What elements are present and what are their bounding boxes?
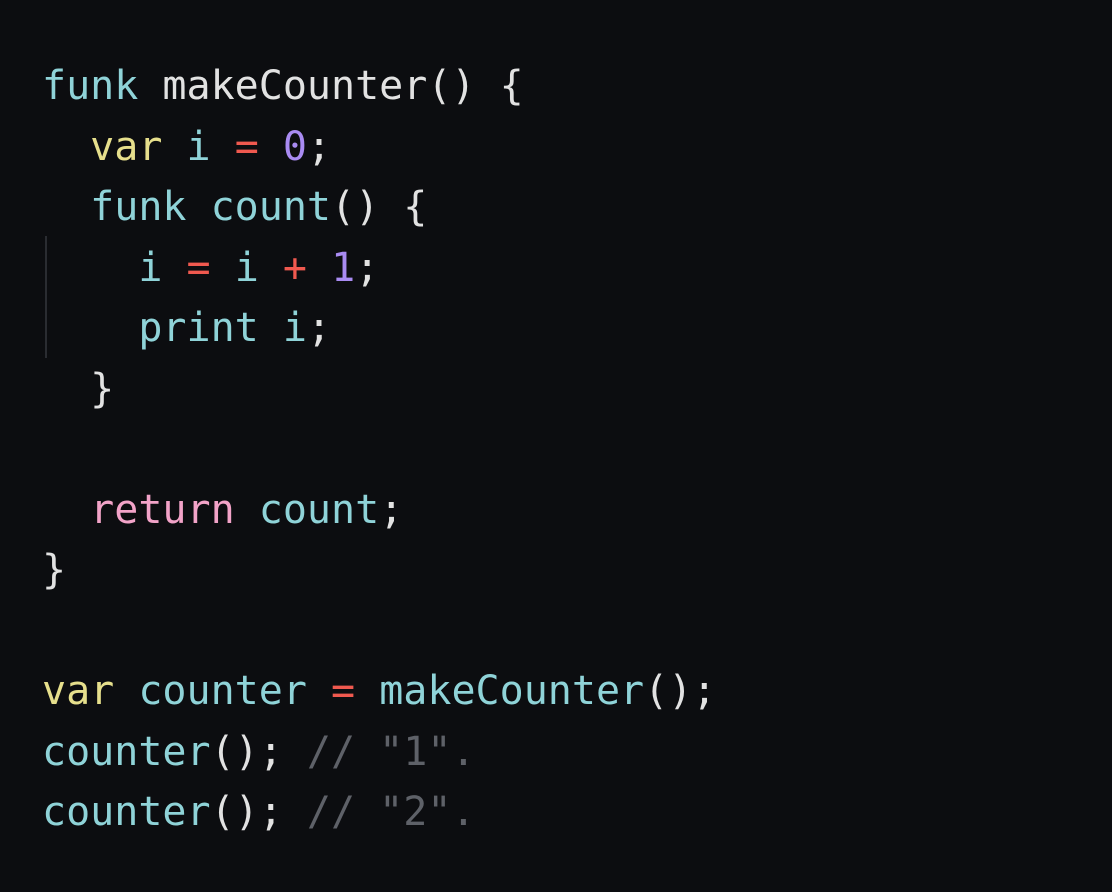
code-token: var xyxy=(90,123,163,170)
code-block[interactable]: funk makeCounter() { var i = 0; funk cou… xyxy=(42,56,716,843)
code-token: = xyxy=(234,123,259,170)
code-token: i xyxy=(234,244,259,291)
code-token: counter xyxy=(138,668,307,714)
code-token: // "2". xyxy=(306,789,476,835)
code-token: ; xyxy=(379,486,404,533)
code-line: funk count() { xyxy=(42,177,716,238)
code-line: var i = 0; xyxy=(42,117,716,178)
code-token: 0 xyxy=(282,123,307,170)
code-token: } xyxy=(42,547,67,593)
code-line: counter(); // "2". xyxy=(42,782,716,843)
code-token: i xyxy=(186,123,211,170)
code-line: var counter = makeCounter(); xyxy=(42,661,716,722)
code-line: i = i + 1; xyxy=(42,238,716,299)
code-line: } xyxy=(42,540,716,601)
code-token: makeCounter xyxy=(162,63,428,109)
code-token: = xyxy=(331,668,356,714)
code-token: counter xyxy=(42,789,211,835)
code-token: var xyxy=(42,668,115,714)
code-token: // "1". xyxy=(306,728,476,775)
code-token: count xyxy=(210,184,332,230)
code-editor[interactable]: funk makeCounter() { var i = 0; funk cou… xyxy=(0,0,1112,892)
code-line: return count; xyxy=(42,480,716,541)
code-token: i xyxy=(138,244,163,291)
code-line: counter(); // "1". xyxy=(42,722,716,783)
code-token: count xyxy=(258,486,380,533)
code-token: ; xyxy=(306,305,332,351)
code-token: (); xyxy=(210,789,283,835)
code-token: ; xyxy=(306,123,332,170)
code-token: funk xyxy=(42,63,139,109)
code-token: return xyxy=(90,486,235,533)
code-token: (); xyxy=(210,728,283,775)
code-token: 1 xyxy=(331,244,356,291)
code-token: makeCounter xyxy=(379,668,645,714)
code-token: () { xyxy=(331,184,428,230)
code-line: funk makeCounter() { xyxy=(42,56,716,117)
code-token: print xyxy=(138,305,259,351)
code-token: } xyxy=(90,365,115,412)
code-token: i xyxy=(282,305,307,351)
code-token: + xyxy=(282,244,307,291)
code-token: funk xyxy=(90,184,187,230)
code-token: = xyxy=(186,244,211,291)
code-line: print i; xyxy=(42,298,716,359)
code-token: ; xyxy=(355,244,380,291)
code-token: (); xyxy=(644,668,717,714)
code-token: () { xyxy=(427,63,524,109)
code-token: counter xyxy=(42,728,211,775)
code-line: } xyxy=(42,359,716,420)
